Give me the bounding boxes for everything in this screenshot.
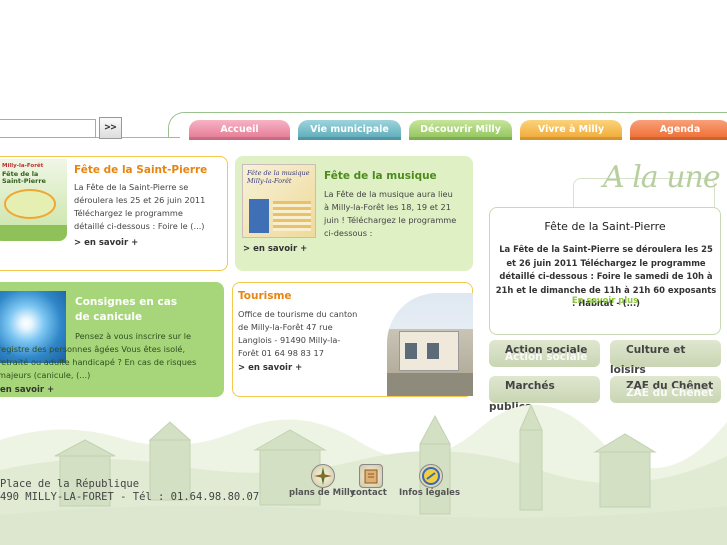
search-button[interactable]: >> xyxy=(99,117,122,139)
tab-decouvrir-milly[interactable]: Découvrir Milly xyxy=(409,120,512,140)
card-title-saint-pierre[interactable]: Fête de la Saint-Pierre xyxy=(74,164,207,176)
address-line-1: Place de la République xyxy=(0,478,140,490)
tab-accueil[interactable]: Accueil xyxy=(189,120,290,140)
footer-link-contact[interactable]: contact xyxy=(351,488,387,498)
read-more-label: > en savoir xyxy=(74,238,129,248)
poster-text: Fête de la musique Milly-la-Forêt xyxy=(247,169,310,185)
action-sociale-button[interactable]: Action sociale Action sociale xyxy=(489,340,600,367)
plus-icon: + xyxy=(295,363,303,373)
card-title-canicule[interactable]: Consignes en cas de canicule xyxy=(75,295,193,325)
read-more-label: en savoir xyxy=(0,385,45,395)
building-window xyxy=(427,343,439,359)
building-window xyxy=(405,343,417,359)
tourism-office-photo[interactable] xyxy=(387,293,473,396)
image-ornament xyxy=(4,189,56,219)
image-band xyxy=(0,225,67,241)
read-more-tourisme[interactable]: > en savoir + xyxy=(238,363,302,373)
compass-icon[interactable] xyxy=(311,464,335,488)
search-input[interactable] xyxy=(0,119,96,138)
tab-vivre-a-milly[interactable]: Vivre à Milly xyxy=(520,120,622,140)
button-label: Marchés xyxy=(505,380,555,392)
header-divider-top xyxy=(189,112,727,113)
button-label-overflow: loisirs xyxy=(610,364,646,376)
card-text-musique: La Fête de la musique aura lieu à Milly-… xyxy=(324,189,457,238)
button-label-shadow: Action sociale xyxy=(505,351,588,363)
read-more-canicule[interactable]: en savoir + xyxy=(0,385,54,395)
musique-poster-image[interactable]: Fête de la musique Milly-la-Forêt xyxy=(242,164,316,238)
read-more-saint-pierre[interactable]: > en savoir + xyxy=(74,238,138,248)
a-la-une-heading: A la une xyxy=(603,160,721,195)
letter-icon[interactable] xyxy=(359,464,383,488)
card-text-saint-pierre: La Fête de la Saint-Pierre se déroulera … xyxy=(74,182,206,231)
footer-address: Place de la République 490 MILLY-LA-FORE… xyxy=(0,478,259,504)
address-line-2: 490 MILLY-LA-FORET - Tél : 01.64.98.80.0… xyxy=(0,491,260,503)
tab-vie-municipale[interactable]: Vie municipale xyxy=(298,120,401,140)
image-caption-event: Fête de la Saint-Pierre xyxy=(2,170,46,185)
marches-publics-button[interactable]: Marchés xyxy=(489,376,600,403)
plus-icon: + xyxy=(47,385,55,395)
button-label-shadow: ZAE du Chênet xyxy=(626,387,714,399)
read-more-label: > en savoir xyxy=(243,244,298,254)
card-text-canicule: Pensez à vous inscrire sur le registre d… xyxy=(0,331,197,380)
plus-icon: + xyxy=(300,244,308,254)
plus-icon: + xyxy=(131,238,139,248)
button-label: Culture et xyxy=(626,344,686,356)
info-icon[interactable] xyxy=(419,464,443,488)
read-more-label: > en savoir xyxy=(238,363,293,373)
card-title-musique[interactable]: Fête de la musique xyxy=(324,170,437,182)
a-la-une-title[interactable]: Fête de la Saint-Pierre xyxy=(489,220,721,233)
footer-link-infos-legales[interactable]: Infos légales xyxy=(399,488,460,498)
a-la-une-read-more[interactable]: En savoir plus xyxy=(489,295,721,305)
footer-link-plans[interactable]: plans de Milly xyxy=(289,488,355,498)
zae-chenet-button[interactable]: ZAE du Chênet ZAE du Chênet xyxy=(610,376,721,403)
read-more-musique[interactable]: > en savoir + xyxy=(243,244,307,254)
culture-loisirs-button[interactable]: Culture et xyxy=(610,340,721,367)
card-title-tourisme[interactable]: Tourisme xyxy=(238,290,292,302)
poster-lines xyxy=(273,201,311,231)
street xyxy=(387,373,473,396)
saint-pierre-image[interactable]: Milly-la-Forêt Fête de la Saint-Pierre xyxy=(0,159,67,241)
header-divider-curve xyxy=(168,112,190,138)
poster-graphic xyxy=(249,199,269,233)
card-text-tourisme: Office de tourisme du canton de Milly-la… xyxy=(238,309,358,358)
image-caption-town: Milly-la-Forêt xyxy=(2,163,44,169)
tab-agenda[interactable]: Agenda xyxy=(630,120,727,140)
